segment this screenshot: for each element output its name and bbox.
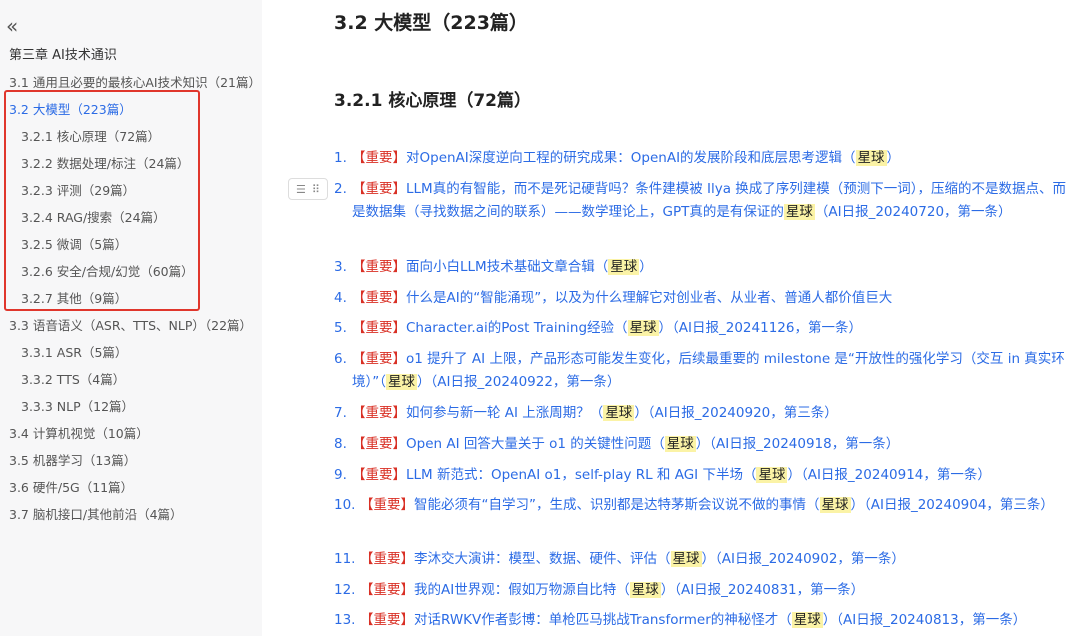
list-number: 3.	[334, 259, 347, 275]
list-item[interactable]: 4. 【重要】什么是AI的“智能涌现”，以及为什么理解它对创业者、从业者、普通人…	[334, 287, 1070, 310]
toc-chapter-title[interactable]: 第三章 AI技术通识	[9, 44, 117, 63]
important-tag: 【重要】	[352, 436, 406, 452]
list-number: 4.	[334, 290, 347, 306]
important-tag: 【重要】	[360, 551, 414, 567]
item-link[interactable]: LLM 新范式：OpenAI o1，self-play RL 和 AGI 下半场…	[406, 467, 756, 483]
list-item[interactable]: 13. 【重要】对话RWKV作者彭博：单枪匹马挑战Transformer的神秘怪…	[334, 609, 1070, 632]
item-link[interactable]: 面向小白LLM技术基础文章合辑（	[406, 259, 608, 275]
important-tag: 【重要】	[360, 612, 414, 628]
item-ref[interactable]: ）（AI日报_20240813，第一条）	[823, 612, 1026, 628]
list-number: 10.	[334, 497, 356, 513]
item-ref[interactable]: ）（AI日报_20240831，第一条）	[661, 582, 864, 598]
list-number: 1.	[334, 150, 347, 166]
item-ref[interactable]: ）（AI日报_20240918，第一条）	[696, 436, 899, 452]
list-item[interactable]: 1. 【重要】对OpenAI深度逆向工程的研究成果：OpenAI的发展阶段和底层…	[334, 147, 1070, 170]
star-badge: 星球	[791, 612, 823, 628]
star-badge: 星球	[819, 497, 851, 513]
important-tag: 【重要】	[360, 582, 414, 598]
toc-item-3-5[interactable]: 3.5 机器学习（13篇）	[9, 450, 136, 469]
important-tag: 【重要】	[360, 497, 414, 513]
list-number: 12.	[334, 582, 356, 598]
list-item[interactable]: 6. 【重要】o1 提升了 AI 上限，产品形态可能发生变化，后续最重要的 mi…	[334, 348, 1070, 394]
list-number: 9.	[334, 467, 347, 483]
item-ref[interactable]: ）（AI日报_20240914，第一条）	[787, 467, 990, 483]
list-item[interactable]: 5. 【重要】Character.ai的Post Training经验（ 星球 ）（…	[334, 317, 1070, 340]
list-item[interactable]: 12. 【重要】我的AI世界观：假如万物源自比特（ 星球 ）（AI日报_202408…	[334, 579, 1070, 602]
page-title: 3.2 大模型（223篇）	[334, 12, 528, 34]
list-item[interactable]: 3. 【重要】面向小白LLM技术基础文章合辑（ 星球）	[334, 256, 1070, 279]
star-badge: 星球	[603, 405, 635, 421]
item-link[interactable]: 对话RWKV作者彭博：单枪匹马挑战Transformer的神秘怪才（	[414, 612, 792, 628]
item-ref: ）	[639, 259, 653, 275]
star-badge: 星球	[629, 582, 661, 598]
important-tag: 【重要】	[352, 259, 406, 275]
highlight-annotation-box	[4, 90, 200, 311]
item-link[interactable]: 如何参与新一轮 AI 上涨周期？（	[406, 405, 603, 421]
star-badge: 星球	[783, 204, 815, 220]
toc-item-3-3-3[interactable]: 3.3.3 NLP（12篇）	[21, 396, 134, 415]
important-tag: 【重要】	[352, 181, 406, 197]
star-badge: 星球	[386, 374, 417, 390]
important-tag: 【重要】	[352, 150, 406, 166]
star-badge: 星球	[627, 320, 659, 336]
item-ref[interactable]: ）（AI日报_20240920，第三条）	[634, 405, 837, 421]
toc-item-3-6[interactable]: 3.6 硬件/5G（11篇）	[9, 477, 133, 496]
item-link[interactable]: 对OpenAI深度逆向工程的研究成果：OpenAI的发展阶段和底层思考逻辑（	[406, 150, 856, 166]
item-link[interactable]: 智能必须有“自学习”，生成、识别都是达特茅斯会议说不做的事情（	[414, 497, 820, 513]
list-item[interactable]: 2. 【重要】LLM真的有智能，而不是死记硬背吗？条件建模被 Ilya 换成了序…	[334, 178, 1070, 224]
item-link[interactable]: Open AI 回答大量关于 o1 的关键性问题（	[406, 436, 665, 452]
list-item[interactable]: 9. 【重要】LLM 新范式：OpenAI o1，self-play RL 和 …	[334, 464, 1070, 487]
important-tag: 【重要】	[352, 405, 406, 421]
list-number: 11.	[334, 551, 356, 567]
sidebar: « 第三章 AI技术通识 3.1 通用且必要的最核心AI技术知识（21篇） 3.…	[0, 0, 262, 636]
star-badge: 星球	[608, 259, 640, 275]
star-badge: 星球	[670, 551, 702, 567]
toc-item-3-3-2[interactable]: 3.3.2 TTS（4篇）	[21, 369, 125, 388]
section-heading: 3.2.1 核心原理（72篇）	[334, 91, 531, 111]
item-link[interactable]: 李沐交大演讲：模型、数据、硬件、评估（	[414, 551, 671, 567]
important-tag: 【重要】	[352, 320, 406, 336]
important-tag: 【重要】	[352, 351, 406, 367]
item-link[interactable]: Character.ai的Post Training经验（	[406, 320, 628, 336]
star-badge: 星球	[664, 436, 696, 452]
item-ref: ）	[886, 150, 901, 166]
list-number: 6.	[334, 351, 347, 367]
drag-handle-icon[interactable]: ⠿	[312, 183, 320, 196]
list-item[interactable]: 7. 【重要】如何参与新一轮 AI 上涨周期？（ 星球 ）（AI日报_2024092…	[334, 402, 1070, 425]
item-ref[interactable]: （AI日报_20240720，第一条）	[815, 204, 1012, 220]
toc-item-3-3-1[interactable]: 3.3.1 ASR（5篇）	[21, 342, 127, 361]
toc-item-3-3[interactable]: 3.3 语音语义（ASR、TTS、NLP）（22篇）	[9, 315, 252, 334]
item-link[interactable]: 我的AI世界观：假如万物源自比特（	[414, 582, 630, 598]
star-badge: 星球	[855, 150, 887, 166]
important-tag: 【重要】	[352, 290, 406, 306]
toc-item-3-7[interactable]: 3.7 脑机接口/其他前沿（4篇）	[9, 504, 183, 523]
list-item[interactable]: 8. 【重要】Open AI 回答大量关于 o1 的关键性问题（ 星球 ）（AI日报…	[334, 433, 1070, 456]
collapse-sidebar-icon[interactable]: «	[6, 14, 18, 38]
item-ref[interactable]: ）（AI日报_20240922，第一条）	[417, 374, 620, 390]
list-format-icon[interactable]: ☰	[296, 183, 306, 196]
list-item[interactable]: 10. 【重要】智能必须有“自学习”，生成、识别都是达特茅斯会议说不做的事情（星…	[334, 494, 1070, 517]
list-number: 7.	[334, 405, 347, 421]
list-item[interactable]: 11. 【重要】李沐交大演讲：模型、数据、硬件、评估（ 星球 ）（AI日报_2024…	[334, 548, 1070, 571]
toc-item-3-1[interactable]: 3.1 通用且必要的最核心AI技术知识（21篇）	[9, 72, 261, 91]
block-handle[interactable]: ☰ ⠿	[288, 178, 328, 200]
important-tag: 【重要】	[352, 467, 406, 483]
list-number: 2.	[334, 181, 347, 197]
list-number: 13.	[334, 612, 356, 628]
star-badge: 星球	[756, 467, 788, 483]
list-number: 8.	[334, 436, 347, 452]
list-number: 5.	[334, 320, 347, 336]
main-content: 3.2 大模型（223篇） 3.2.1 核心原理（72篇） ☰ ⠿ 1. 【重要…	[262, 0, 1080, 636]
item-ref[interactable]: ）（AI日报_20241126，第一条）	[659, 320, 862, 336]
item-ref[interactable]: ）（AI日报_20240904，第三条）	[851, 497, 1054, 513]
item-ref[interactable]: ）（AI日报_20240902，第一条）	[702, 551, 905, 567]
toc-item-3-4[interactable]: 3.4 计算机视觉（10篇）	[9, 423, 149, 442]
item-link[interactable]: 什么是AI的“智能涌现”，以及为什么理解它对创业者、从业者、普通人都价值巨大	[406, 290, 892, 306]
